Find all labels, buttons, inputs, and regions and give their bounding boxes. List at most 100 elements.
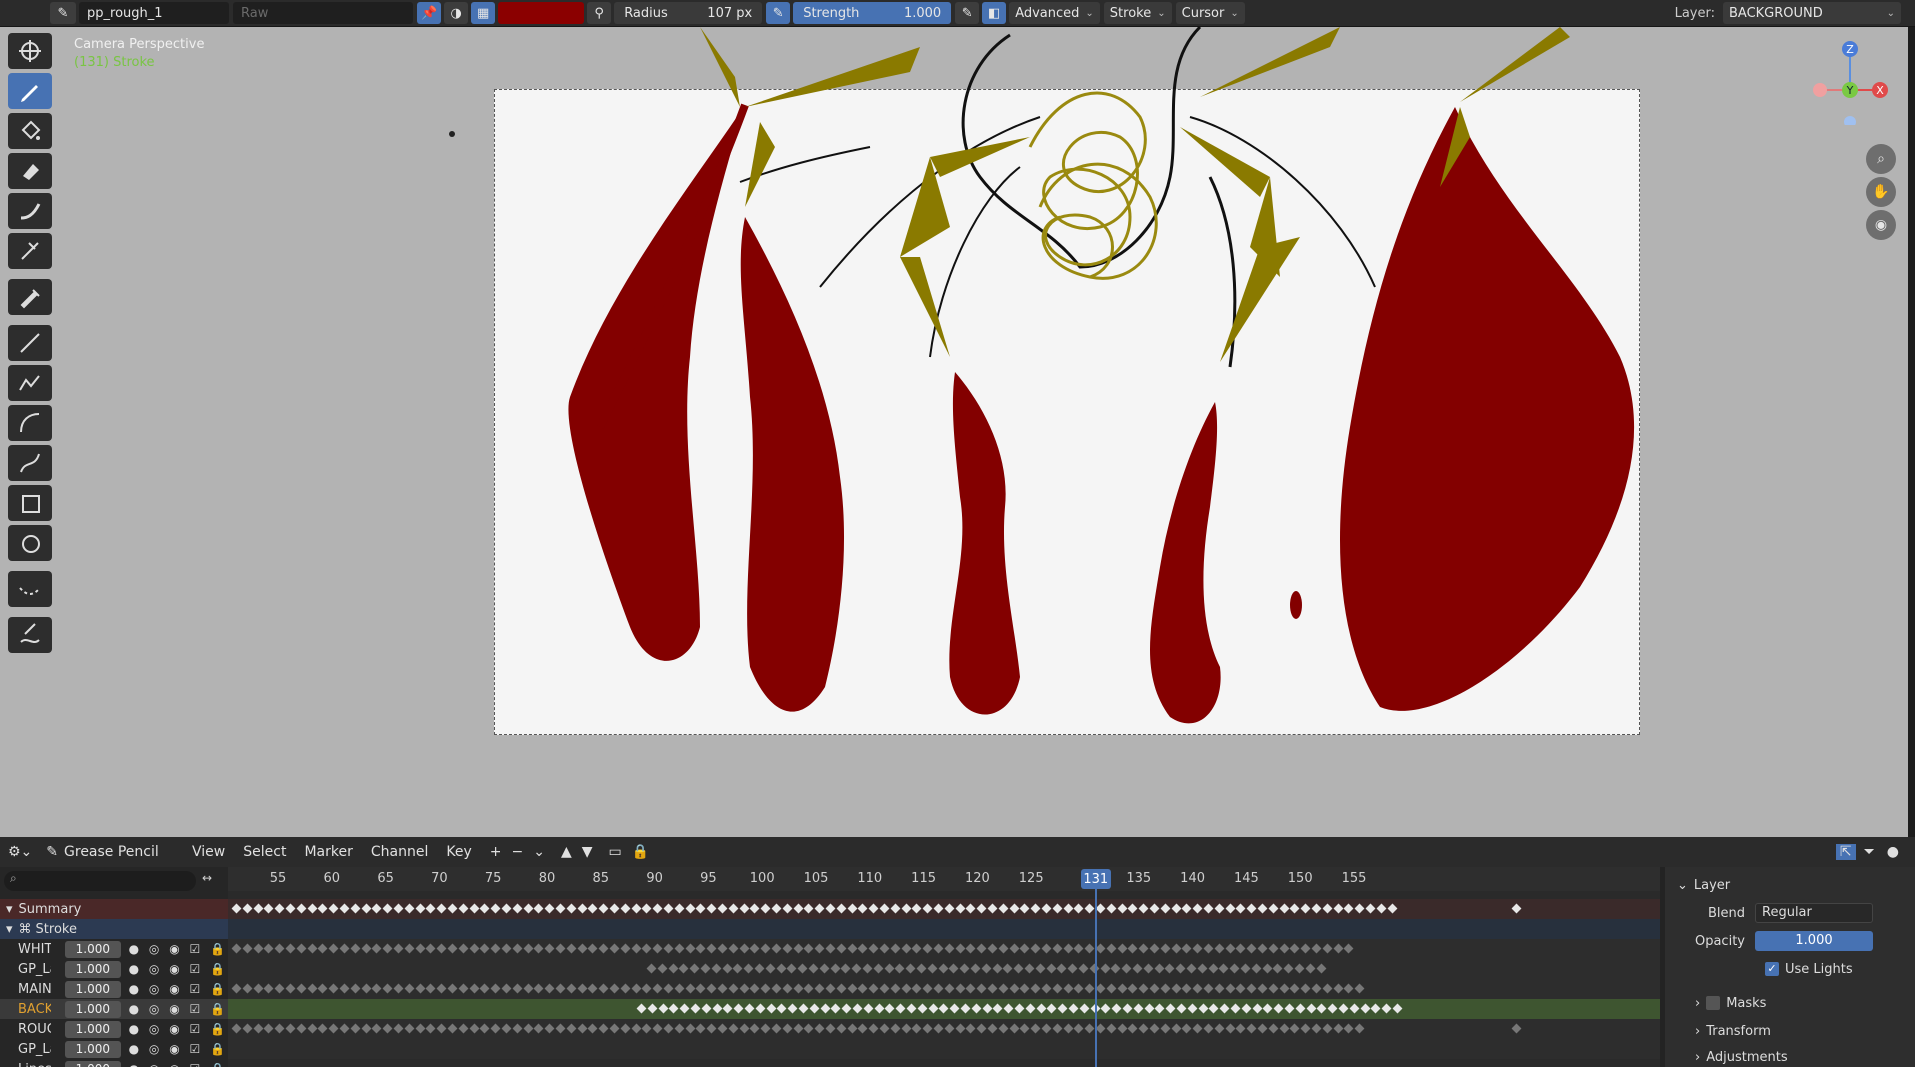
keyframe[interactable] bbox=[231, 903, 242, 914]
keyframe[interactable] bbox=[700, 963, 711, 974]
keyframe[interactable] bbox=[253, 943, 264, 954]
keyframe[interactable] bbox=[501, 983, 512, 994]
keyframe[interactable] bbox=[1246, 943, 1257, 954]
keyframe[interactable] bbox=[1106, 1023, 1117, 1034]
keyframe[interactable] bbox=[911, 1023, 922, 1034]
keyframe[interactable] bbox=[404, 903, 415, 914]
keyframe[interactable] bbox=[371, 983, 382, 994]
keyframe[interactable] bbox=[927, 963, 938, 974]
keyframe[interactable] bbox=[717, 983, 728, 994]
keyframe[interactable] bbox=[242, 983, 253, 994]
keyframe[interactable] bbox=[1127, 903, 1138, 914]
keyframe-row[interactable] bbox=[228, 1019, 1660, 1039]
keyframe[interactable] bbox=[1041, 903, 1052, 914]
keyframe[interactable] bbox=[1106, 903, 1117, 914]
keyframe[interactable] bbox=[587, 903, 598, 914]
frame-ruler[interactable]: 5560657075808590951001051101151201251135… bbox=[228, 867, 1660, 891]
keyframe[interactable] bbox=[938, 963, 949, 974]
advanced-dropdown[interactable]: Advanced ⌄ bbox=[1009, 2, 1100, 24]
cutter-tool[interactable] bbox=[8, 233, 52, 269]
keyframe[interactable] bbox=[501, 943, 512, 954]
keyframe[interactable] bbox=[636, 1003, 647, 1014]
keyframe[interactable] bbox=[814, 1023, 825, 1034]
keyframe[interactable] bbox=[1311, 903, 1322, 914]
keyframe[interactable] bbox=[1138, 903, 1149, 914]
keyframe[interactable] bbox=[1121, 963, 1132, 974]
erase-tool[interactable] bbox=[8, 153, 52, 189]
pin-icon[interactable]: 📌 bbox=[417, 2, 442, 24]
keyframe[interactable] bbox=[490, 903, 501, 914]
keyframe[interactable] bbox=[663, 1023, 674, 1034]
keyframe[interactable] bbox=[652, 903, 663, 914]
fill-tool[interactable] bbox=[8, 113, 52, 149]
keyframe[interactable] bbox=[1284, 1003, 1295, 1014]
keyframe[interactable] bbox=[955, 983, 966, 994]
keyframe-area[interactable]: 5560657075808590951001051101151201251135… bbox=[228, 867, 1660, 1067]
keyframe[interactable] bbox=[447, 1023, 458, 1034]
keyframe[interactable] bbox=[803, 983, 814, 994]
layer-toggle-icons[interactable]: ● ◎ ◉ ☑ 🔒 bbox=[129, 962, 228, 976]
keyframe[interactable] bbox=[641, 943, 652, 954]
keyframe[interactable] bbox=[555, 1023, 566, 1034]
keyframe[interactable] bbox=[350, 983, 361, 994]
keyframe[interactable] bbox=[1235, 983, 1246, 994]
keyframe[interactable] bbox=[1052, 903, 1063, 914]
keyframe[interactable] bbox=[917, 1003, 928, 1014]
keyframe[interactable] bbox=[447, 903, 458, 914]
keyframe[interactable] bbox=[490, 983, 501, 994]
keyframe[interactable] bbox=[1354, 1023, 1365, 1034]
keyframe[interactable] bbox=[296, 983, 307, 994]
keyframe[interactable] bbox=[1197, 963, 1208, 974]
keyframe[interactable] bbox=[253, 983, 264, 994]
blend-dropdown[interactable]: Regular bbox=[1755, 903, 1873, 923]
keyframe[interactable] bbox=[382, 1023, 393, 1034]
keyframe[interactable] bbox=[944, 983, 955, 994]
keyframe[interactable] bbox=[566, 1023, 577, 1034]
keyframe[interactable] bbox=[874, 1003, 885, 1014]
keyframe[interactable] bbox=[1149, 983, 1160, 994]
keyframe[interactable] bbox=[814, 943, 825, 954]
menu-channel[interactable]: Channel bbox=[371, 844, 428, 860]
keyframe[interactable] bbox=[965, 903, 976, 914]
keyframe[interactable] bbox=[749, 1023, 760, 1034]
keyframe[interactable] bbox=[1511, 903, 1522, 914]
keyframe[interactable] bbox=[1106, 983, 1117, 994]
keyframe[interactable] bbox=[1279, 983, 1290, 994]
keyframe[interactable] bbox=[479, 903, 490, 914]
pressure-radius-icon[interactable]: ✎ bbox=[766, 2, 791, 24]
keyframe[interactable] bbox=[782, 983, 793, 994]
keyframe[interactable] bbox=[873, 963, 884, 974]
keyframe[interactable] bbox=[577, 943, 588, 954]
keyframe[interactable] bbox=[938, 1003, 949, 1014]
keyframe[interactable] bbox=[447, 983, 458, 994]
opacity-slider[interactable]: 1.000 bbox=[1755, 931, 1873, 951]
keyframe[interactable] bbox=[652, 943, 663, 954]
keyframe[interactable] bbox=[663, 943, 674, 954]
keyframe[interactable] bbox=[1203, 983, 1214, 994]
keyframe[interactable] bbox=[544, 903, 555, 914]
lock-icon[interactable]: 🔒 bbox=[632, 844, 649, 860]
keyframe[interactable] bbox=[339, 903, 350, 914]
keyframe[interactable] bbox=[901, 1023, 912, 1034]
keyframe[interactable] bbox=[1154, 963, 1165, 974]
keyframe[interactable] bbox=[728, 903, 739, 914]
keyframe[interactable] bbox=[847, 983, 858, 994]
keyframe[interactable] bbox=[868, 943, 879, 954]
channel-search-input[interactable]: ⌕ bbox=[4, 871, 196, 891]
keyframe[interactable] bbox=[901, 903, 912, 914]
keyframe[interactable] bbox=[231, 943, 242, 954]
keyframe[interactable] bbox=[760, 1023, 771, 1034]
keyframe[interactable] bbox=[458, 903, 469, 914]
keyframe[interactable] bbox=[922, 943, 933, 954]
keyframe[interactable] bbox=[981, 963, 992, 974]
keyframe[interactable] bbox=[263, 903, 274, 914]
keyframe[interactable] bbox=[1376, 903, 1387, 914]
keyframe[interactable] bbox=[1230, 1003, 1241, 1014]
keyframe-row[interactable] bbox=[228, 899, 1660, 919]
object-row[interactable]: ▾ ⌘ Stroke bbox=[0, 919, 228, 939]
keyframe[interactable] bbox=[274, 903, 285, 914]
keyframe[interactable] bbox=[965, 1023, 976, 1034]
keyframe[interactable] bbox=[1241, 1003, 1252, 1014]
keyframe[interactable] bbox=[1171, 1023, 1182, 1034]
keyframe[interactable] bbox=[1138, 983, 1149, 994]
